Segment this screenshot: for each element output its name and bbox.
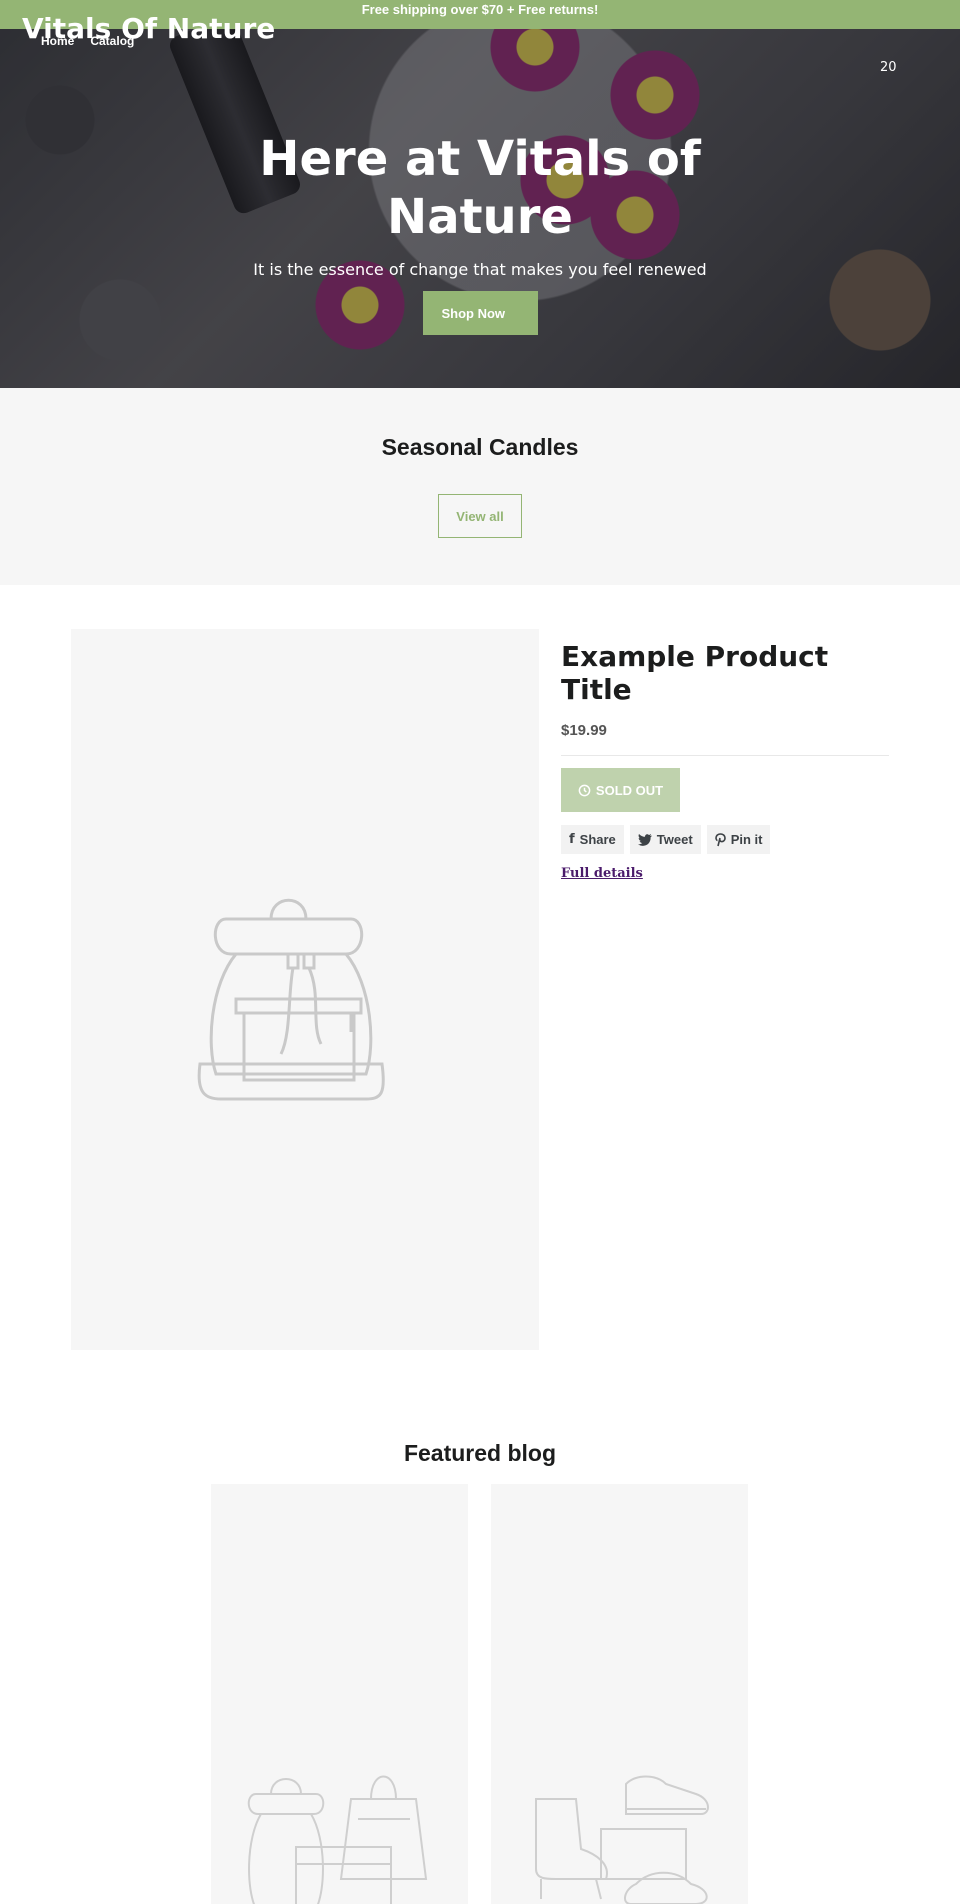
hero-title: Here at Vitals of Nature — [259, 131, 701, 245]
pin-label: Pin it — [730, 832, 763, 847]
divider — [561, 755, 889, 756]
cart-count[interactable]: 20 — [880, 60, 897, 75]
hero-subtitle: It is the essence of change that makes y… — [253, 260, 707, 279]
featured-collection: Seasonal Candles View all — [0, 388, 960, 585]
nav-catalog[interactable]: Catalog — [90, 34, 134, 48]
product-price: $19.99 — [561, 722, 607, 739]
main-nav: Home Catalog — [41, 34, 134, 48]
blog-card[interactable] — [211, 1484, 468, 1904]
full-details-link[interactable]: Full details — [561, 866, 643, 881]
announcement-text: Free shipping over $70 + Free returns! — [361, 2, 599, 17]
collection-title: Seasonal Candles — [381, 434, 579, 460]
shop-now-button[interactable]: Shop Now — [422, 291, 538, 335]
view-all-button[interactable]: View all — [438, 494, 522, 538]
share-label: Share — [579, 832, 616, 847]
product-info: Example Product Title $19.99 SOLD OUT f … — [561, 640, 889, 882]
pinterest-icon — [714, 832, 726, 846]
sold-out-label: SOLD OUT — [595, 782, 664, 798]
share-facebook-button[interactable]: f Share — [561, 825, 624, 854]
product-image-placeholder[interactable] — [71, 629, 539, 1350]
facebook-icon: f — [569, 832, 575, 847]
bags-icon — [247, 1775, 428, 1904]
share-pinterest-button[interactable]: Pin it — [706, 825, 771, 854]
social-share: f Share Tweet Pin it — [561, 825, 889, 854]
nav-home[interactable]: Home — [41, 34, 74, 48]
clock-icon — [578, 784, 591, 796]
backpack-icon — [197, 898, 385, 1101]
blog-title: Featured blog — [403, 1440, 557, 1466]
product-title[interactable]: Example Product Title — [561, 640, 889, 706]
blog-card[interactable] — [491, 1484, 748, 1904]
hero-content: Here at Vitals of Nature It is the essen… — [0, 130, 960, 335]
twitter-icon — [637, 833, 652, 846]
featured-blog: Featured blog — [0, 1440, 960, 1904]
sold-out-button[interactable]: SOLD OUT — [561, 768, 680, 812]
hero-banner: Here at Vitals of Nature It is the essen… — [0, 0, 960, 388]
share-twitter-button[interactable]: Tweet — [629, 825, 701, 854]
shoes-icon — [535, 1775, 709, 1904]
tweet-label: Tweet — [656, 832, 693, 847]
